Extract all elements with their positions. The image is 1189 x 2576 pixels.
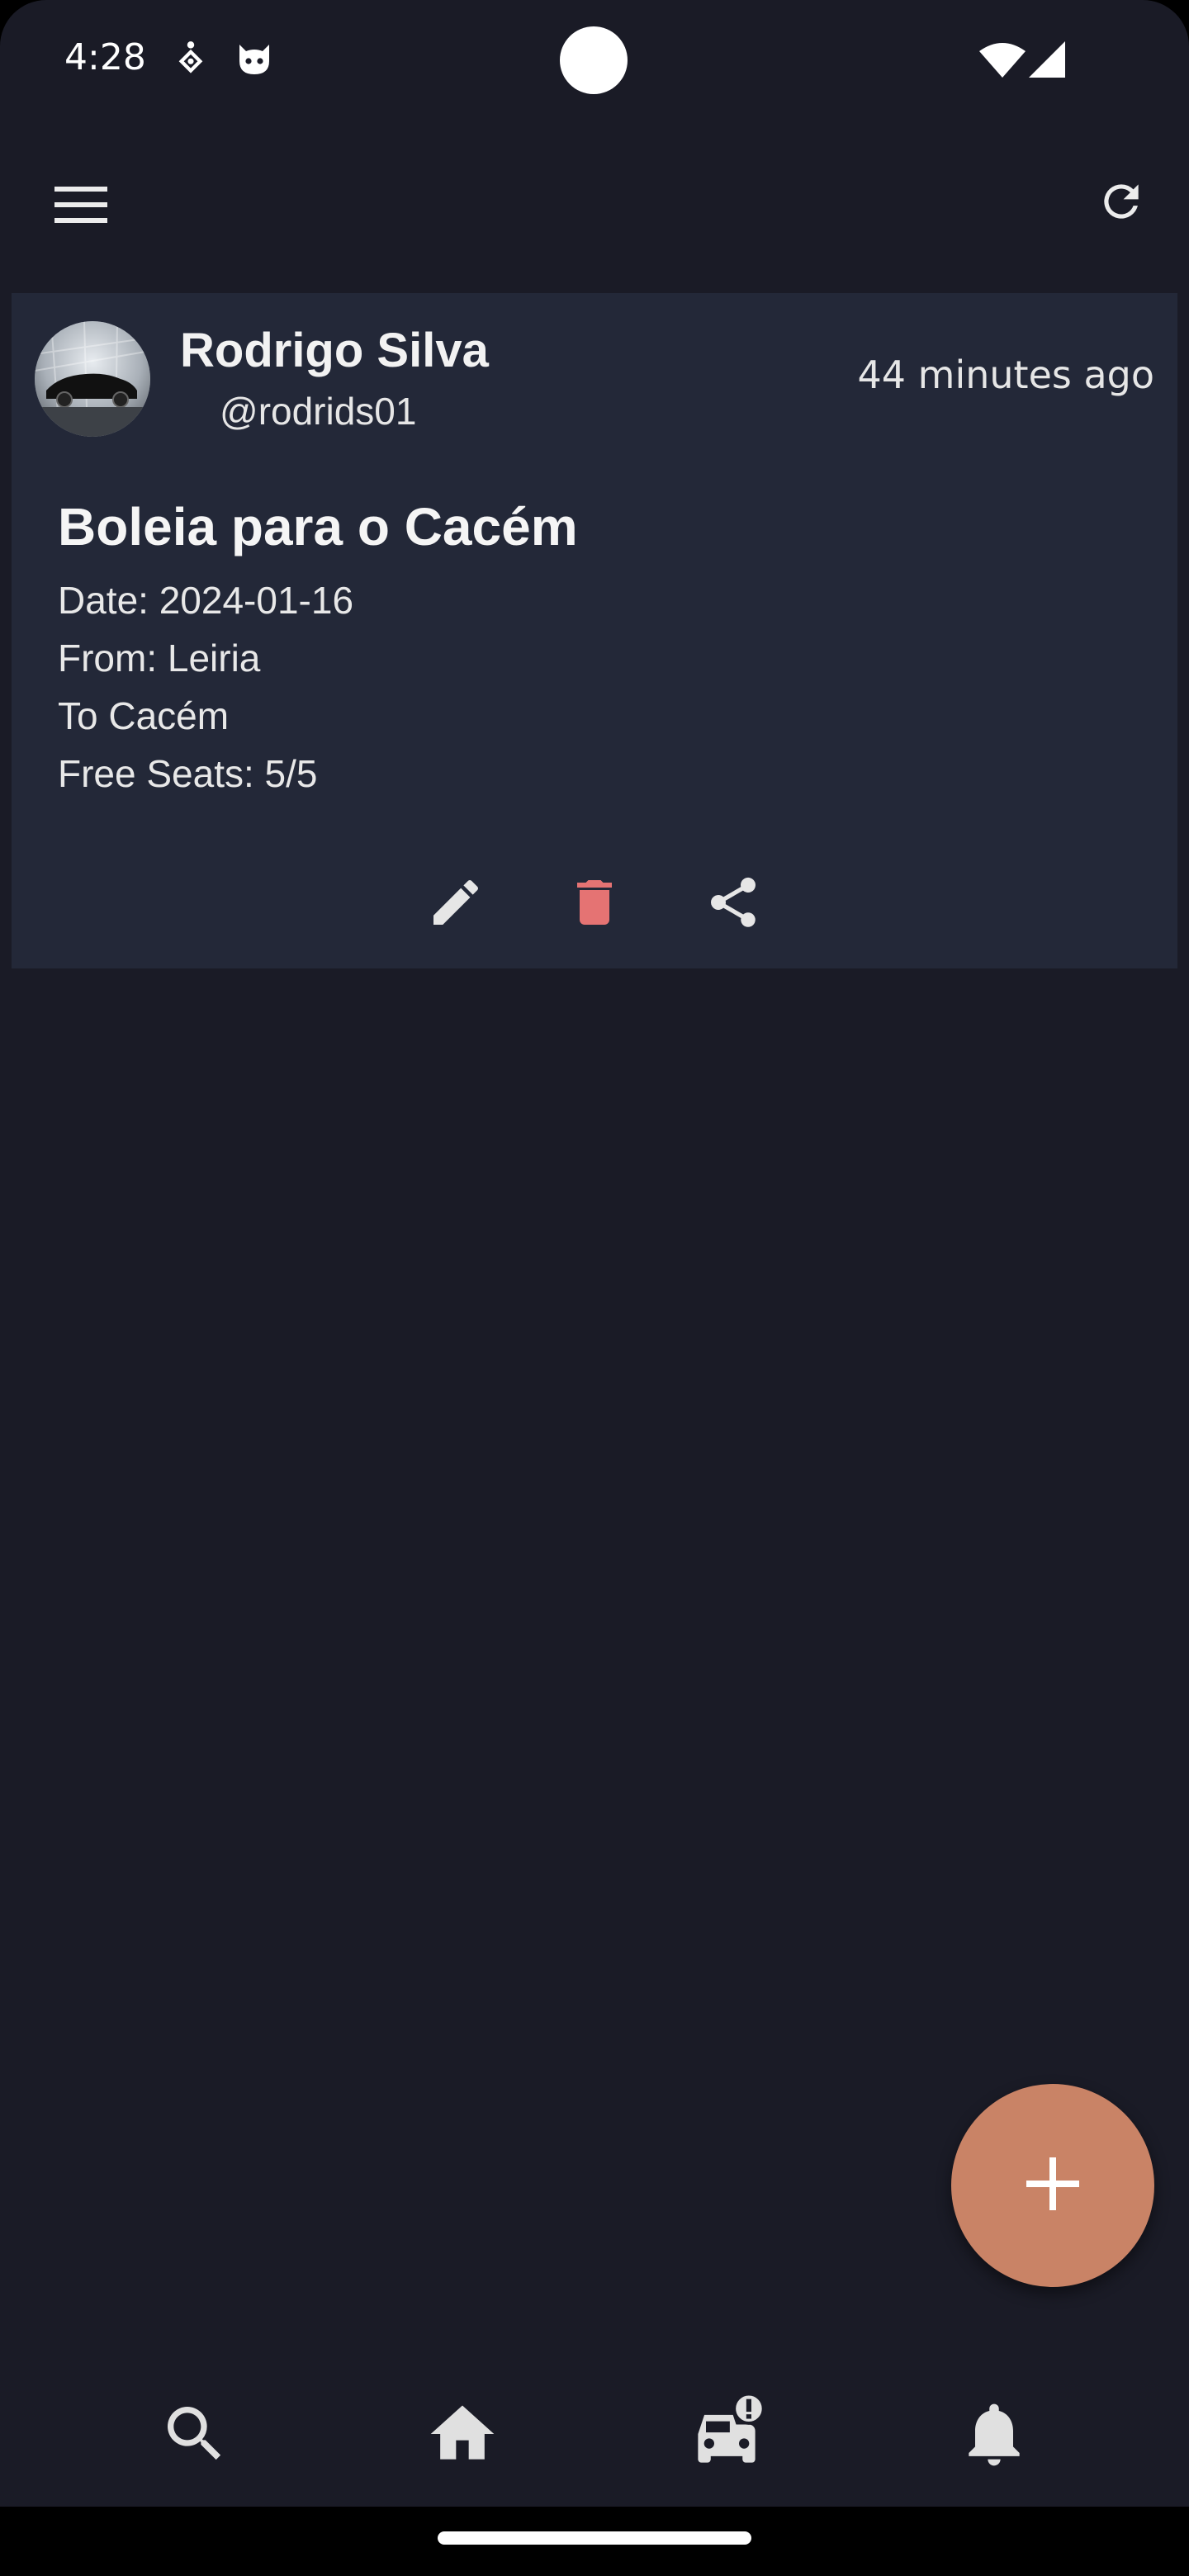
edit-button[interactable]	[414, 863, 497, 945]
share-button[interactable]	[692, 863, 775, 945]
user-name[interactable]: Rodrigo Silva	[180, 323, 489, 378]
edit-icon	[426, 873, 486, 936]
menu-button[interactable]	[46, 172, 116, 241]
refresh-icon	[1096, 176, 1147, 231]
front-camera	[560, 26, 628, 94]
nav-home[interactable]	[396, 2361, 528, 2510]
add-ride-button[interactable]	[951, 2084, 1154, 2287]
ride-card[interactable]: Rodrigo Silva @rodrids01 44 minutes ago …	[12, 293, 1177, 968]
top-app-bar	[0, 124, 1189, 272]
home-icon	[424, 2396, 500, 2476]
avatar[interactable]	[35, 321, 150, 437]
nav-search[interactable]	[129, 2361, 261, 2510]
card-actions	[12, 863, 1177, 954]
search-icon	[159, 2398, 231, 2474]
wifi-icon	[979, 41, 1026, 82]
bottom-navigation	[0, 2361, 1189, 2510]
app-screen: 4:28 Rodrigo Silva @rodrids01 44 minutes…	[0, 0, 1189, 2576]
ride-free-seats: Free Seats: 5/5	[58, 752, 318, 795]
ride-destination: To Cacém	[58, 694, 230, 737]
gesture-navigation-bar	[0, 2507, 1189, 2576]
user-handle: @rodrids01	[220, 390, 417, 433]
ride-title: Boleia para o Cacém	[58, 497, 578, 556]
posted-time: 44 minutes ago	[857, 353, 1154, 397]
ride-origin: From: Leiria	[58, 637, 261, 680]
cat-face-icon	[234, 40, 274, 80]
location-person-icon	[177, 40, 205, 80]
nav-my-rides[interactable]	[661, 2361, 793, 2510]
car-alert-icon	[685, 2392, 768, 2479]
status-time: 4:28	[64, 36, 146, 78]
cellular-signal-icon	[1029, 41, 1065, 82]
refresh-button[interactable]	[1087, 168, 1156, 238]
delete-button[interactable]	[553, 863, 636, 945]
nav-notifications[interactable]	[928, 2361, 1060, 2510]
home-gesture-handle[interactable]	[438, 2531, 751, 2545]
menu-icon	[54, 185, 107, 229]
bell-icon	[956, 2396, 1032, 2476]
plus-icon	[1023, 2154, 1082, 2218]
ride-date: Date: 2024-01-16	[58, 579, 354, 622]
share-icon	[703, 873, 763, 936]
delete-icon	[565, 873, 624, 936]
status-bar: 4:28	[0, 0, 1189, 124]
